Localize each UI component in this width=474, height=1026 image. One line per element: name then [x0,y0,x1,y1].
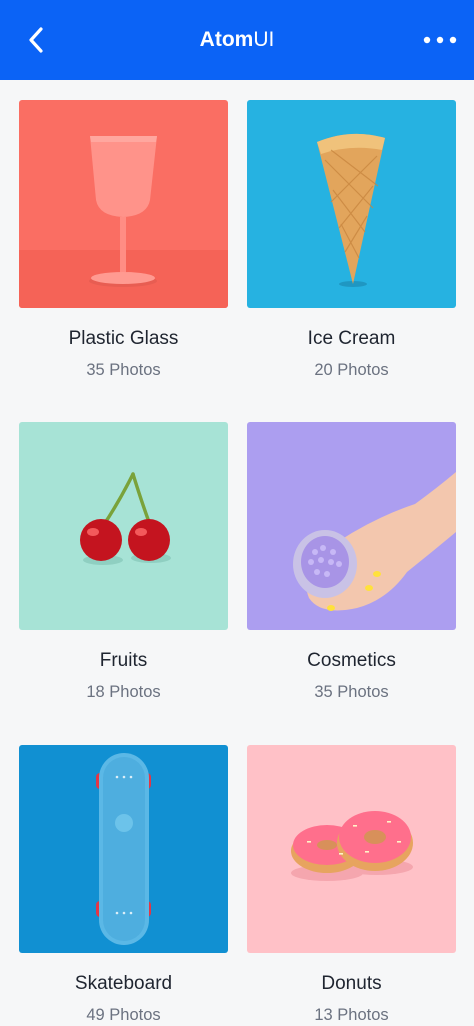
wine-glass-image [19,100,228,308]
card-title: Skateboard [74,973,173,994]
card-thumbnail[interactable] [247,100,456,308]
card-title: Plastic Glass [68,328,179,349]
card-title: Ice Cream [307,328,396,349]
card-photo-count: 13 Photos [314,1006,389,1024]
ice-cream-cone-image [247,100,456,308]
card-thumbnail[interactable] [247,422,456,630]
card-photo-count: 20 Photos [314,361,389,379]
cherries-image [19,422,228,630]
skateboard-image [19,745,228,953]
back-button[interactable] [18,22,54,58]
card-thumbnail[interactable] [247,745,456,953]
card-title: Donuts [321,973,382,994]
card-photo-count: 18 Photos [86,683,161,701]
card-title: Cosmetics [307,650,396,671]
app-bar: AtomUI [0,0,474,80]
more-options-button[interactable] [420,24,460,56]
more-horizontal-icon [423,36,457,44]
card-title: Fruits [99,650,148,671]
card-thumbnail[interactable] [19,745,228,953]
card-photo-count: 49 Photos [86,1006,161,1024]
hand-holding-jar-image [247,422,456,630]
card-thumbnail[interactable] [19,422,228,630]
card-thumbnail[interactable] [19,100,228,308]
app-title-light: UI [253,28,275,51]
card-photo-count: 35 Photos [86,361,161,379]
card-photo-count: 35 Photos [314,683,389,701]
donuts-image [247,745,456,953]
chevron-left-icon [29,27,43,53]
app-title: AtomUI [0,0,474,80]
app-title-bold: Atom [199,28,254,51]
